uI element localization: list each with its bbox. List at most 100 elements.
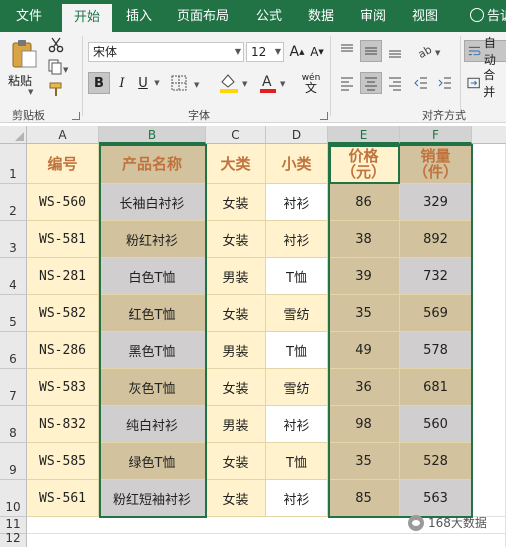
- fill-color-icon[interactable]: ▼: [216, 70, 254, 96]
- cell-price[interactable]: 86: [328, 184, 400, 221]
- row-header-7[interactable]: 7: [0, 369, 27, 406]
- cell-price[interactable]: 98: [328, 406, 400, 443]
- row-header-1[interactable]: 1: [0, 144, 27, 184]
- cell-price[interactable]: 39: [328, 258, 400, 295]
- merge-center-button[interactable]: 合并: [464, 68, 506, 99]
- header-cell-id[interactable]: 编号: [27, 144, 99, 184]
- tab-home[interactable]: 开始: [62, 4, 112, 32]
- cell-price[interactable]: 35: [328, 295, 400, 332]
- cell-sales[interactable]: 329: [400, 184, 472, 221]
- tab-page-layout[interactable]: 页面布局: [166, 0, 240, 32]
- cell-category[interactable]: 男装: [206, 406, 266, 443]
- align-top-icon[interactable]: [336, 40, 358, 62]
- cell-subcategory[interactable]: T恤: [266, 258, 328, 295]
- cell-price[interactable]: 38: [328, 221, 400, 258]
- cell-name[interactable]: 长袖白衬衫: [99, 184, 206, 221]
- wrap-text-button[interactable]: 自动: [464, 36, 506, 67]
- cell-subcategory[interactable]: 雪纺: [266, 295, 328, 332]
- font-color-icon[interactable]: A ▼: [256, 70, 292, 96]
- cell-category[interactable]: 男装: [206, 258, 266, 295]
- header-cell-name[interactable]: 产品名称: [99, 144, 206, 184]
- cell-sales[interactable]: 563: [400, 480, 472, 517]
- cell-id[interactable]: WS-582: [27, 295, 99, 332]
- row-header-5[interactable]: 5: [0, 295, 27, 332]
- cell-name[interactable]: 红色T恤: [99, 295, 206, 332]
- cell-id[interactable]: NS-286: [27, 332, 99, 369]
- cell-sales[interactable]: 560: [400, 406, 472, 443]
- cell-subcategory[interactable]: T恤: [266, 443, 328, 480]
- cell-id[interactable]: WS-581: [27, 221, 99, 258]
- cut-icon[interactable]: [46, 36, 66, 54]
- header-cell-category[interactable]: 大类: [206, 144, 266, 184]
- paste-dropdown-icon[interactable]: ▼: [28, 88, 33, 96]
- cell-sales[interactable]: 578: [400, 332, 472, 369]
- paste-icon[interactable]: [8, 36, 40, 70]
- cell-name[interactable]: 白色T恤: [99, 258, 206, 295]
- cell-category[interactable]: 女装: [206, 295, 266, 332]
- copy-icon[interactable]: ▼: [46, 58, 72, 76]
- increase-indent-icon[interactable]: [434, 72, 456, 94]
- cell-name[interactable]: 黑色T恤: [99, 332, 206, 369]
- row-header-4[interactable]: 4: [0, 258, 27, 295]
- tab-insert[interactable]: 插入: [116, 0, 162, 32]
- column-header-d[interactable]: D: [266, 126, 328, 144]
- cell-subcategory[interactable]: 衬衫: [266, 221, 328, 258]
- cell-name[interactable]: 绿色T恤: [99, 443, 206, 480]
- cell-subcategory[interactable]: 衬衫: [266, 406, 328, 443]
- phonetic-guide-button[interactable]: wén 文: [296, 70, 326, 96]
- column-header-e[interactable]: E: [328, 126, 400, 144]
- cell-sales[interactable]: 569: [400, 295, 472, 332]
- bold-button[interactable]: B: [88, 72, 110, 94]
- cell-subcategory[interactable]: 衬衫: [266, 184, 328, 221]
- cell-category[interactable]: 女装: [206, 480, 266, 517]
- column-header-a[interactable]: A: [27, 126, 99, 144]
- cell-sales[interactable]: 892: [400, 221, 472, 258]
- cell-category[interactable]: 女装: [206, 221, 266, 258]
- cell-sales[interactable]: 681: [400, 369, 472, 406]
- underline-button[interactable]: U: [134, 72, 152, 94]
- cell-category[interactable]: 女装: [206, 369, 266, 406]
- column-header-f[interactable]: F: [400, 126, 472, 144]
- cell-price[interactable]: 36: [328, 369, 400, 406]
- column-header-b[interactable]: B: [99, 126, 206, 144]
- tab-review[interactable]: 审阅: [350, 0, 396, 32]
- decrease-indent-icon[interactable]: [410, 72, 432, 94]
- tab-data[interactable]: 数据: [298, 0, 344, 32]
- borders-icon[interactable]: ▼: [168, 72, 208, 94]
- cell-name[interactable]: 粉红短袖衬衫: [99, 480, 206, 517]
- align-left-icon[interactable]: [336, 72, 358, 94]
- cell-subcategory[interactable]: 雪纺: [266, 369, 328, 406]
- header-cell-subcategory[interactable]: 小类: [266, 144, 328, 184]
- row-header-3[interactable]: 3: [0, 221, 27, 258]
- italic-button[interactable]: I: [112, 72, 132, 94]
- cell-price[interactable]: 85: [328, 480, 400, 517]
- cell-id[interactable]: WS-561: [27, 480, 99, 517]
- increase-font-icon[interactable]: A ▲: [288, 42, 306, 62]
- chevron-down-icon[interactable]: ▼: [152, 72, 162, 94]
- cell-id[interactable]: NS-832: [27, 406, 99, 443]
- font-size-select[interactable]: 12 ▼: [246, 42, 284, 62]
- tab-view[interactable]: 视图: [402, 0, 448, 32]
- cell-price[interactable]: 35: [328, 443, 400, 480]
- cell-price[interactable]: 49: [328, 332, 400, 369]
- font-launcher-icon[interactable]: [320, 112, 328, 120]
- cell-category[interactable]: 女装: [206, 184, 266, 221]
- column-header-c[interactable]: C: [206, 126, 266, 144]
- header-cell-price[interactable]: 价格 （元）: [328, 144, 400, 184]
- header-cell-sales[interactable]: 销量 （件）: [400, 144, 472, 184]
- tab-formulas[interactable]: 公式: [246, 0, 292, 32]
- cell-sales[interactable]: 732: [400, 258, 472, 295]
- cell-id[interactable]: WS-583: [27, 369, 99, 406]
- cell-category[interactable]: 女装: [206, 443, 266, 480]
- row-header-9[interactable]: 9: [0, 443, 27, 480]
- row-header-6[interactable]: 6: [0, 332, 27, 369]
- decrease-font-icon[interactable]: A ▼: [308, 42, 326, 62]
- select-all-corner[interactable]: [0, 126, 27, 144]
- tell-me-search[interactable]: 告诉: [470, 0, 506, 32]
- orientation-icon[interactable]: ab ▼: [414, 40, 446, 62]
- align-right-icon[interactable]: [384, 72, 406, 94]
- cell-id[interactable]: NS-281: [27, 258, 99, 295]
- row-header-2[interactable]: 2: [0, 184, 27, 221]
- cell-name[interactable]: 粉红衬衫: [99, 221, 206, 258]
- row-header-8[interactable]: 8: [0, 406, 27, 443]
